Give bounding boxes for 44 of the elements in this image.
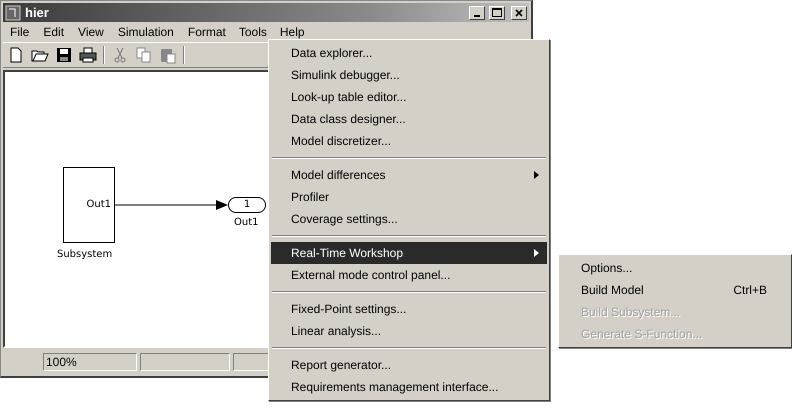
menu-item[interactable]: Model differences xyxy=(271,164,547,186)
menu-item[interactable]: Data class designer... xyxy=(271,108,547,130)
menu-item[interactable]: Profiler xyxy=(271,186,547,208)
menu-item[interactable]: Format xyxy=(180,23,233,41)
menu-item[interactable]: File xyxy=(3,23,36,41)
app-icon xyxy=(5,4,21,20)
port-label: Out1 xyxy=(86,199,111,210)
menu-item[interactable]: Simulink debugger... xyxy=(271,64,547,86)
paste-icon[interactable] xyxy=(159,46,177,64)
menu-item[interactable]: Coverage settings... xyxy=(271,208,547,230)
submenu-arrow-icon xyxy=(534,249,539,257)
outport-block[interactable]: 1 xyxy=(228,197,266,213)
minimize-button[interactable] xyxy=(469,6,485,20)
block-label: Subsystem xyxy=(57,249,112,260)
menu-item[interactable]: Look-up table editor... xyxy=(271,86,547,108)
copy-icon[interactable] xyxy=(135,46,153,64)
menu-item[interactable]: External mode control panel... xyxy=(271,264,547,286)
menu-item[interactable]: Options... xyxy=(561,257,789,279)
printer-icon[interactable] xyxy=(79,46,97,64)
minimize-icon xyxy=(474,14,480,16)
block-label: Out1 xyxy=(234,217,258,228)
menu-item[interactable]: View xyxy=(71,23,111,41)
zoom-status: 100% xyxy=(43,353,137,371)
subsystem-block[interactable]: Out1 xyxy=(63,167,115,243)
menu-item[interactable]: Requirements management interface... xyxy=(271,376,547,398)
maximize-icon xyxy=(492,8,502,17)
menu-item[interactable]: Report generator... xyxy=(271,354,547,376)
window-title: hier xyxy=(25,5,50,20)
menu-item[interactable]: Fixed-Point settings... xyxy=(271,298,547,320)
menu-item[interactable]: Real-Time Workshop xyxy=(271,242,547,264)
menu-item[interactable]: Linear analysis... xyxy=(271,320,547,342)
close-button[interactable] xyxy=(511,6,527,20)
menu-item[interactable]: Model discretizer... xyxy=(271,130,547,152)
menu-item[interactable]: Edit xyxy=(36,23,72,41)
maximize-button[interactable] xyxy=(489,6,505,20)
menu-item[interactable]: Simulation xyxy=(110,23,181,41)
menu-item[interactable]: Tools xyxy=(232,24,273,40)
menu-item[interactable]: Help xyxy=(272,23,312,41)
close-icon xyxy=(515,8,523,16)
save-icon[interactable] xyxy=(55,46,73,64)
shortcut-label: Ctrl+B xyxy=(733,283,768,297)
submenu-arrow-icon xyxy=(534,171,539,179)
menu-item[interactable]: Data explorer... xyxy=(271,42,547,64)
menu-item[interactable]: Build Model Ctrl+B xyxy=(561,279,789,301)
